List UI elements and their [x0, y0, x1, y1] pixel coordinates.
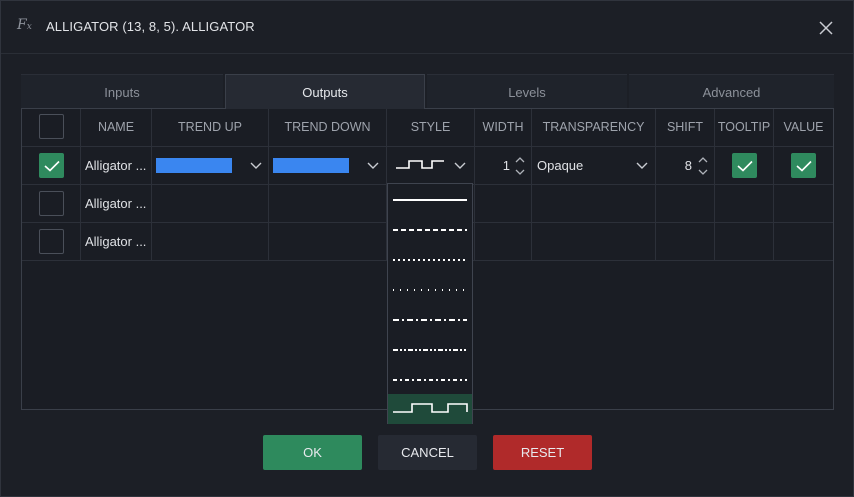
tab-outputs[interactable]: Outputs — [225, 74, 425, 109]
cancel-button[interactable]: CANCEL — [378, 435, 477, 470]
empty-cell — [715, 185, 774, 223]
chevron-down-icon[interactable] — [636, 159, 648, 171]
header-name: NAME — [81, 109, 152, 147]
row-checkbox[interactable] — [39, 191, 64, 216]
transparency-value[interactable]: Opaque — [537, 158, 583, 173]
dialog-titlebar: Fx ALLIGATOR (13, 8, 5). ALLIGATOR — [1, 1, 853, 54]
style-option-long-dash-dot[interactable] — [388, 365, 472, 395]
style-option-dash-dot-dot[interactable] — [388, 335, 472, 365]
width-value[interactable]: 1 — [495, 158, 510, 173]
chevron-down-icon[interactable] — [250, 159, 262, 171]
step-line-icon[interactable] — [395, 158, 445, 172]
empty-cell — [152, 223, 269, 261]
header-value: VALUE — [783, 120, 824, 134]
header-style: STYLE — [387, 109, 475, 147]
table-row: Alligator ... 1 Opaque 8 — [22, 147, 833, 185]
trend-up-swatch[interactable] — [156, 158, 232, 173]
row-select-cell — [22, 223, 81, 261]
close-icon[interactable] — [815, 17, 837, 39]
row-name-cell: Alligator ... — [81, 185, 152, 223]
width-stepper[interactable]: 1 — [475, 147, 532, 185]
style-dropdown-menu — [387, 183, 473, 424]
shift-stepper[interactable]: 8 — [656, 147, 715, 185]
style-option-solid[interactable] — [388, 185, 472, 215]
value-checkbox[interactable] — [791, 153, 816, 178]
header-trend-down: TREND DOWN — [269, 109, 387, 147]
trend-down-color-picker[interactable] — [269, 147, 387, 185]
row-name-cell: Alligator ... — [81, 147, 152, 185]
row-name-cell: Alligator ... — [81, 223, 152, 261]
row-name: Alligator ... — [85, 158, 147, 173]
style-select[interactable] — [387, 147, 475, 185]
empty-cell — [475, 223, 532, 261]
stepper-arrows-icon[interactable] — [515, 155, 525, 177]
style-option-step-line[interactable] — [388, 394, 472, 424]
empty-cell — [715, 223, 774, 261]
header-trend-up: TREND UP — [152, 109, 269, 147]
empty-cell — [656, 185, 715, 223]
empty-cell — [269, 185, 387, 223]
value-cell — [774, 147, 833, 185]
row-name: Alligator ... — [85, 196, 147, 211]
ok-button[interactable]: OK — [263, 435, 362, 470]
table-header: NAME TREND UP TREND DOWN STYLE WIDTH TRA… — [22, 109, 833, 147]
tooltip-cell — [715, 147, 774, 185]
fx-icon: Fx — [17, 17, 32, 33]
trend-down-swatch[interactable] — [273, 158, 349, 173]
empty-cell — [532, 185, 656, 223]
row-checkbox[interactable] — [39, 153, 64, 178]
empty-cell — [656, 223, 715, 261]
indicator-settings-dialog: Fx ALLIGATOR (13, 8, 5). ALLIGATOR Input… — [0, 0, 854, 497]
header-tooltip: TOOLTIP — [715, 109, 774, 147]
tab-advanced[interactable]: Advanced — [629, 74, 834, 109]
row-select-cell — [22, 147, 81, 185]
stepper-arrows-icon[interactable] — [698, 155, 708, 177]
empty-cell — [475, 185, 532, 223]
header-shift: SHIFT — [656, 109, 715, 147]
select-all-checkbox[interactable] — [39, 114, 64, 139]
tab-levels[interactable]: Levels — [427, 74, 627, 109]
reset-button[interactable]: RESET — [493, 435, 592, 470]
style-option-sparse-dotted[interactable] — [388, 275, 472, 305]
tab-inputs[interactable]: Inputs — [21, 74, 223, 109]
trend-up-color-picker[interactable] — [152, 147, 269, 185]
row-select-cell — [22, 185, 81, 223]
style-option-dashed[interactable] — [388, 215, 472, 245]
header-select — [22, 109, 81, 147]
transparency-select[interactable]: Opaque — [532, 147, 656, 185]
empty-cell — [269, 223, 387, 261]
row-checkbox[interactable] — [39, 229, 64, 254]
empty-cell — [152, 185, 269, 223]
chevron-down-icon[interactable] — [454, 159, 466, 171]
shift-value[interactable]: 8 — [676, 158, 692, 173]
style-option-dash-dot[interactable] — [388, 305, 472, 335]
row-name: Alligator ... — [85, 234, 147, 249]
chevron-down-icon[interactable] — [367, 159, 379, 171]
style-option-dotted[interactable] — [388, 245, 472, 275]
tab-bar: Inputs Outputs Levels Advanced — [21, 74, 834, 109]
header-width: WIDTH — [475, 109, 532, 147]
dialog-title: ALLIGATOR (13, 8, 5). ALLIGATOR — [46, 19, 255, 34]
header-transparency: TRANSPARENCY — [532, 109, 656, 147]
empty-cell — [532, 223, 656, 261]
tooltip-checkbox[interactable] — [732, 153, 757, 178]
